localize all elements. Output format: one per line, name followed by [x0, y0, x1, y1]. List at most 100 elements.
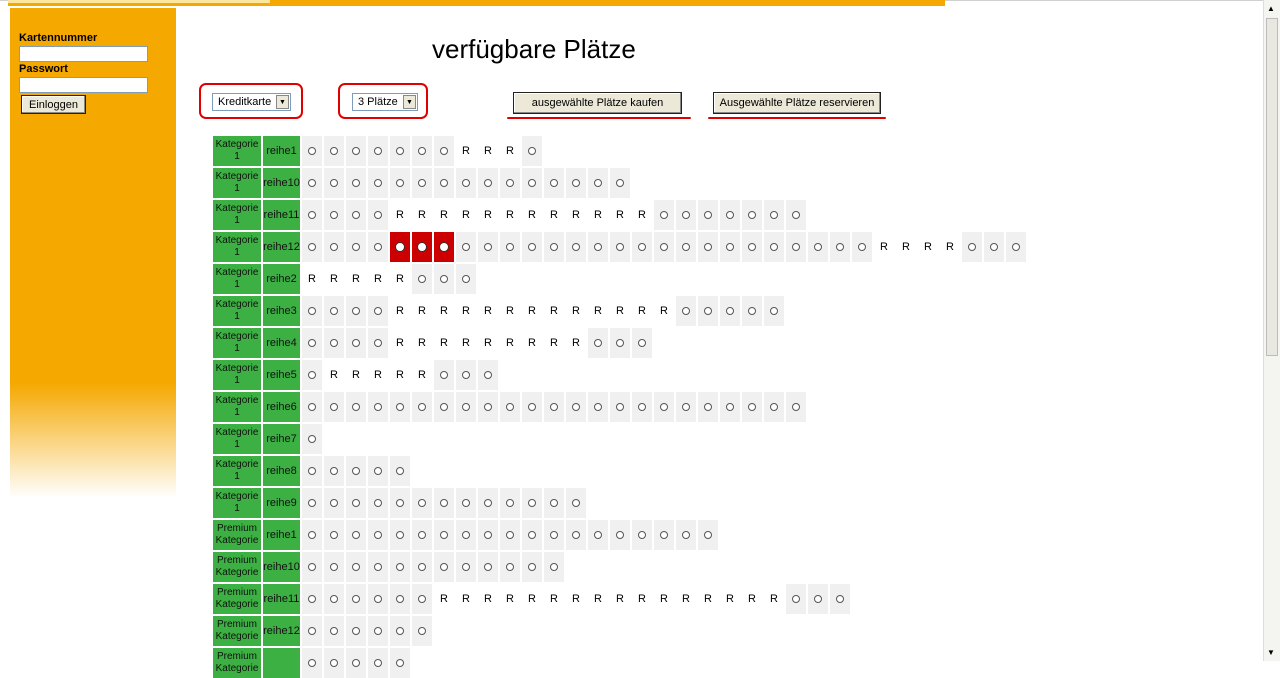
seat-radio[interactable] [302, 136, 322, 166]
seat-radio[interactable] [456, 488, 476, 518]
seat-radio[interactable] [324, 392, 344, 422]
scrollbar-thumb[interactable] [1266, 18, 1278, 356]
seat-radio[interactable] [412, 392, 432, 422]
seat-radio[interactable] [654, 200, 674, 230]
seat-radio[interactable] [412, 584, 432, 614]
seat-radio[interactable] [676, 296, 696, 326]
seat-radio[interactable] [852, 232, 872, 262]
seat-radio[interactable] [368, 648, 388, 678]
seat-radio[interactable] [324, 200, 344, 230]
seat-radio[interactable] [346, 168, 366, 198]
seat-radio[interactable] [786, 392, 806, 422]
seat-radio[interactable] [764, 200, 784, 230]
seat-radio[interactable] [478, 168, 498, 198]
seat-radio[interactable] [324, 520, 344, 550]
seat-radio[interactable] [302, 328, 322, 358]
seat-radio[interactable] [434, 392, 454, 422]
seat-radio[interactable] [632, 392, 652, 422]
seat-radio[interactable] [324, 488, 344, 518]
seat-radio[interactable] [742, 296, 762, 326]
buy-selected-button[interactable]: ausgewählte Plätze kaufen [513, 92, 682, 114]
seat-radio[interactable] [478, 360, 498, 390]
seat-radio[interactable] [346, 456, 366, 486]
seat-radio[interactable] [544, 232, 564, 262]
seat-radio[interactable] [720, 232, 740, 262]
password-input[interactable] [19, 77, 148, 93]
seat-radio[interactable] [632, 520, 652, 550]
seat-radio[interactable] [302, 392, 322, 422]
seat-radio[interactable] [522, 136, 542, 166]
seat-radio[interactable] [412, 488, 432, 518]
seat-radio[interactable] [522, 168, 542, 198]
seat-radio[interactable] [544, 520, 564, 550]
seat-radio[interactable] [368, 136, 388, 166]
seat-radio[interactable] [434, 488, 454, 518]
seat-radio[interactable] [434, 520, 454, 550]
seat-radio[interactable] [742, 200, 762, 230]
seat-radio[interactable] [434, 136, 454, 166]
seat-radio[interactable] [368, 488, 388, 518]
seat-radio[interactable] [544, 488, 564, 518]
seat-radio[interactable] [324, 616, 344, 646]
seat-radio[interactable] [500, 168, 520, 198]
seat-radio[interactable] [346, 200, 366, 230]
seat-radio[interactable] [346, 328, 366, 358]
seat-radio[interactable] [478, 392, 498, 422]
seat-radio[interactable] [368, 392, 388, 422]
seat-radio[interactable] [302, 168, 322, 198]
seat-radio[interactable] [368, 552, 388, 582]
seat-radio[interactable] [654, 232, 674, 262]
seat-radio[interactable] [478, 232, 498, 262]
seat-radio[interactable] [830, 232, 850, 262]
reserve-selected-button[interactable]: Ausgewählte Plätze reservieren [713, 92, 881, 114]
seat-radio[interactable] [390, 168, 410, 198]
seat-radio[interactable] [698, 232, 718, 262]
seat-radio[interactable] [698, 392, 718, 422]
seat-radio[interactable] [566, 392, 586, 422]
seat-radio[interactable] [302, 584, 322, 614]
seat-radio[interactable] [588, 392, 608, 422]
seat-radio[interactable] [368, 328, 388, 358]
seat-radio[interactable] [698, 520, 718, 550]
seat-radio[interactable] [412, 520, 432, 550]
seat-radio[interactable] [324, 232, 344, 262]
seat-radio[interactable] [390, 456, 410, 486]
selected-seat-radio[interactable] [434, 232, 454, 262]
seat-radio[interactable] [368, 168, 388, 198]
seat-radio[interactable] [720, 296, 740, 326]
seat-radio[interactable] [786, 200, 806, 230]
seat-radio[interactable] [522, 392, 542, 422]
seat-radio[interactable] [302, 648, 322, 678]
seat-radio[interactable] [368, 456, 388, 486]
seat-radio[interactable] [390, 392, 410, 422]
seat-radio[interactable] [412, 616, 432, 646]
seat-radio[interactable] [368, 296, 388, 326]
seat-radio[interactable] [412, 264, 432, 294]
seat-radio[interactable] [434, 264, 454, 294]
seat-radio[interactable] [302, 616, 322, 646]
seat-radio[interactable] [456, 168, 476, 198]
seat-radio[interactable] [368, 520, 388, 550]
seat-radio[interactable] [962, 232, 982, 262]
scroll-up-icon[interactable]: ▲ [1267, 4, 1275, 13]
seat-radio[interactable] [434, 552, 454, 582]
seat-radio[interactable] [500, 488, 520, 518]
seat-radio[interactable] [390, 552, 410, 582]
seat-radio[interactable] [346, 392, 366, 422]
seat-radio[interactable] [390, 584, 410, 614]
seat-radio[interactable] [764, 232, 784, 262]
seat-radio[interactable] [764, 296, 784, 326]
selected-seat-radio[interactable] [390, 232, 410, 262]
seat-radio[interactable] [676, 232, 696, 262]
seat-radio[interactable] [302, 360, 322, 390]
seat-radio[interactable] [324, 648, 344, 678]
seat-radio[interactable] [588, 168, 608, 198]
seat-radio[interactable] [544, 392, 564, 422]
login-button[interactable]: Einloggen [21, 95, 86, 114]
seat-radio[interactable] [346, 648, 366, 678]
seat-radio[interactable] [522, 552, 542, 582]
seat-radio[interactable] [412, 552, 432, 582]
seat-radio[interactable] [808, 584, 828, 614]
seat-radio[interactable] [478, 520, 498, 550]
card-number-input[interactable] [19, 46, 148, 62]
